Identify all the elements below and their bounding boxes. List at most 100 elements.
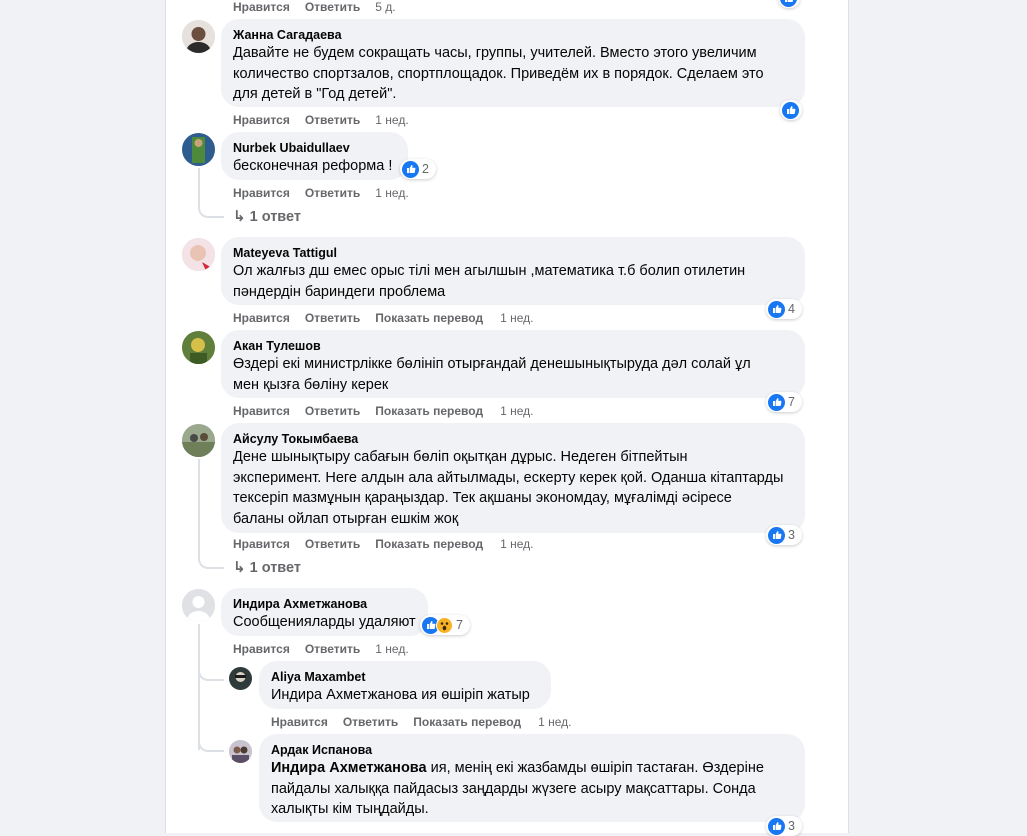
- translate-action[interactable]: Показать перевод: [375, 311, 483, 325]
- comment-actions-top: Нравится Ответить 5 д.: [233, 0, 396, 14]
- avatar[interactable]: [182, 331, 215, 364]
- comments-panel: Нравится Ответить 5 д. Жанна Сагадаева Дав…: [165, 0, 849, 836]
- comment-author[interactable]: Индира Ахметжанова: [233, 596, 416, 612]
- comment-author[interactable]: Акан Тулешов: [233, 338, 793, 354]
- reaction-badge[interactable]: 2: [400, 159, 436, 179]
- comment-author[interactable]: Aliya Maxambet: [271, 669, 539, 685]
- reply-bubble: Aliya Maxambet Индира Ахметжанова ия өші…: [259, 661, 551, 709]
- like-icon: [768, 526, 785, 544]
- reply-arrow-icon: ↳: [233, 208, 246, 225]
- reply-action[interactable]: Ответить: [305, 537, 360, 551]
- wow-icon: [436, 616, 453, 634]
- comment-time[interactable]: 1 нед.: [500, 537, 533, 551]
- reaction-badge[interactable]: [780, 100, 802, 120]
- comment-bubble: Акан Тулешов Өздері екі министрлікке бөл…: [221, 330, 805, 398]
- thread-line: [198, 459, 200, 561]
- reaction-badge[interactable]: 3: [766, 525, 802, 545]
- avatar[interactable]: [182, 424, 215, 457]
- comment-time[interactable]: 1 нед.: [375, 642, 408, 656]
- comment-time[interactable]: 1 нед.: [500, 404, 533, 418]
- thread-connector: [198, 736, 224, 752]
- comment-actions: Нравится Ответить 1 нед.: [233, 186, 409, 200]
- like-action[interactable]: Нравится: [233, 186, 290, 200]
- reaction-count: 3: [788, 528, 795, 542]
- like-action[interactable]: Нравится: [233, 537, 290, 551]
- reaction-count: 7: [788, 395, 795, 409]
- comment-text: Сообщенияларды удаляют: [233, 614, 416, 630]
- comment-actions: Нравится Ответить Показать перевод 1 нед.: [271, 715, 571, 729]
- reaction-badge[interactable]: 7: [766, 392, 802, 412]
- like-icon: [782, 101, 799, 119]
- comment-author[interactable]: Nurbek Ubaidullaev: [233, 140, 396, 156]
- comment-actions: Нравится Ответить Показать перевод 1 нед.: [233, 404, 533, 418]
- translate-action[interactable]: Показать перевод: [375, 537, 483, 551]
- like-icon: [402, 160, 419, 178]
- avatar[interactable]: [229, 667, 252, 690]
- translate-action[interactable]: Показать перевод: [375, 404, 483, 418]
- comment-text: Өздері екі министрлікке бөлініп отырғанд…: [233, 356, 751, 393]
- like-action[interactable]: Нравится: [233, 404, 290, 418]
- reply-action[interactable]: Ответить: [305, 311, 360, 325]
- translate-action[interactable]: Показать перевод: [413, 715, 521, 729]
- comment-bubble: Жанна Сагадаева Давайте не будем сокраща…: [221, 19, 805, 107]
- reply-bubble: Ардак Испанова Индира Ахметжанова ия, ме…: [259, 734, 805, 822]
- comment-text: Индира Ахметжанова ия өшіріп жатыр: [271, 687, 530, 703]
- like-action[interactable]: Нравится: [233, 0, 290, 14]
- comment-author[interactable]: Айсулу Токымбаева: [233, 431, 793, 447]
- reply-action[interactable]: Ответить: [305, 642, 360, 656]
- like-action[interactable]: Нравится: [233, 642, 290, 656]
- thread-connector: [198, 665, 224, 681]
- like-action[interactable]: Нравится: [233, 311, 290, 325]
- view-replies-link[interactable]: ↳ 1 ответ: [233, 559, 301, 577]
- view-replies-link[interactable]: ↳ 1 ответ: [233, 208, 301, 226]
- reaction-badge[interactable]: 7: [420, 615, 470, 635]
- like-icon: [780, 0, 797, 7]
- comment-text: Давайте не будем сокращать часы, группы,…: [233, 45, 764, 102]
- like-icon: [768, 817, 785, 835]
- comment-author[interactable]: Жанна Сагадаева: [233, 27, 793, 43]
- thread-line: [198, 624, 200, 750]
- comment-text: Дене шынықтыру сабағын бөліп оқытқан дұр…: [233, 449, 784, 527]
- avatar[interactable]: [182, 589, 215, 622]
- like-action[interactable]: Нравится: [233, 113, 290, 127]
- comment-actions: Нравится Ответить 1 нед.: [233, 113, 409, 127]
- avatar[interactable]: [229, 740, 252, 763]
- reply-arrow-icon: ↳: [233, 559, 246, 576]
- comment-time[interactable]: 5 д.: [375, 0, 395, 14]
- reply-action[interactable]: Ответить: [305, 0, 360, 14]
- comment-time[interactable]: 1 нед.: [500, 311, 533, 325]
- comment-text: Ол жалғыз дш емес орыс тілі мен агылшын …: [233, 263, 746, 300]
- comment-actions: Нравится Ответить 1 нед.: [233, 642, 409, 656]
- reply-action[interactable]: Ответить: [305, 186, 360, 200]
- like-action[interactable]: Нравится: [271, 715, 328, 729]
- comment-time[interactable]: 1 нед.: [375, 113, 408, 127]
- comment-time[interactable]: 1 нед.: [538, 715, 571, 729]
- reaction-badge[interactable]: 4: [766, 299, 802, 319]
- comment-text: бесконечная реформа !: [233, 158, 393, 174]
- reply-action[interactable]: Ответить: [343, 715, 398, 729]
- comment-actions: Нравится Ответить Показать перевод 1 нед.: [233, 537, 533, 551]
- reaction-count: 3: [788, 819, 795, 833]
- avatar[interactable]: [182, 20, 215, 53]
- comment-author[interactable]: Ардак Испанова: [271, 742, 793, 758]
- reaction-count: 7: [456, 618, 463, 632]
- avatar[interactable]: [182, 133, 215, 166]
- avatar[interactable]: [182, 238, 215, 271]
- comment-text: Индира Ахметжанова ия, менің екі жазбамд…: [271, 760, 764, 817]
- thread-connector: [198, 547, 224, 569]
- comment-bubble: Айсулу Токымбаева Дене шынықтыру сабағын…: [221, 423, 805, 533]
- like-icon: [768, 393, 785, 411]
- reply-action[interactable]: Ответить: [305, 404, 360, 418]
- comment-bubble: Индира Ахметжанова Сообщенияларды удаляю…: [221, 588, 428, 636]
- reaction-badge[interactable]: [778, 0, 800, 8]
- reaction-count: 2: [422, 162, 429, 176]
- reply-action[interactable]: Ответить: [305, 113, 360, 127]
- comment-actions: Нравится Ответить Показать перевод 1 нед.: [233, 311, 533, 325]
- mention-link[interactable]: Индира Ахметжанова: [271, 760, 427, 776]
- reaction-badge[interactable]: 3: [766, 816, 802, 836]
- comment-author[interactable]: Mateyeva Tattigul: [233, 245, 793, 261]
- comment-time[interactable]: 1 нед.: [375, 186, 408, 200]
- comment-bubble: Nurbek Ubaidullaev бесконечная реформа !: [221, 132, 408, 180]
- thread-connector: [198, 196, 224, 218]
- like-icon: [768, 300, 785, 318]
